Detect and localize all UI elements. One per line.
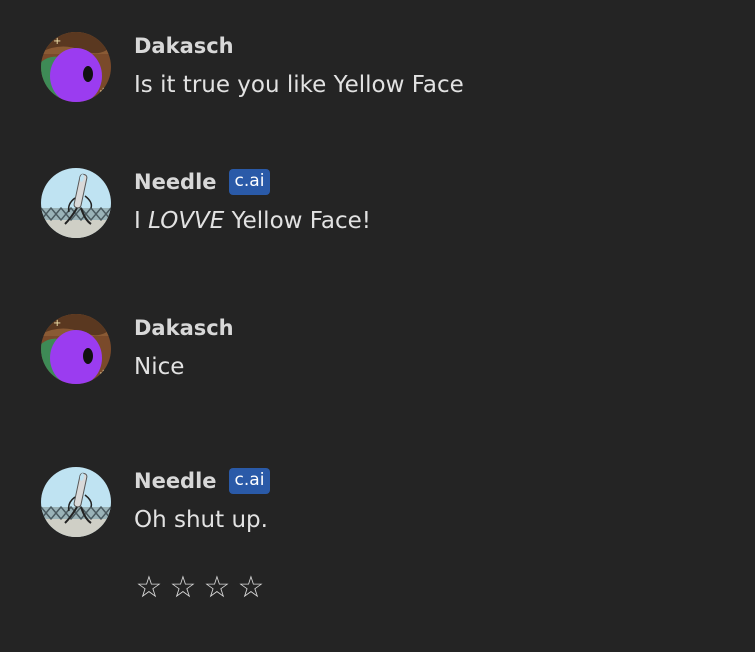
message-text: Is it true you like Yellow Face [134, 72, 464, 98]
star-icon[interactable]: ☆ [237, 570, 265, 606]
star-icon[interactable]: ☆ [203, 570, 231, 606]
star-rating: ☆ ☆ ☆ ☆ [135, 570, 265, 606]
message-text-pre: I [134, 208, 149, 234]
message-row: Needle c.ai I LOVVE Yellow Face! [41, 168, 371, 238]
message-body: Dakasch Is it true you like Yellow Face [134, 32, 464, 98]
star-icon[interactable]: ☆ [135, 570, 163, 606]
dakasch-avatar[interactable]: + + [41, 32, 111, 102]
svg-text:+: + [99, 86, 107, 97]
message-body: Needle c.ai Oh shut up. [134, 467, 271, 533]
star-icon[interactable]: ☆ [169, 570, 197, 606]
author-name[interactable]: Dakasch [134, 34, 234, 58]
needle-avatar[interactable] [41, 168, 111, 238]
message-text-post: Yellow Face! [224, 208, 371, 234]
svg-text:+: + [53, 318, 61, 329]
message-text: Oh shut up. [134, 507, 268, 533]
author-name[interactable]: Needle [134, 170, 217, 194]
cai-badge: c.ai [228, 468, 271, 494]
message-header: Needle c.ai [134, 467, 271, 495]
message-header: Dakasch [134, 314, 234, 342]
message-header: Needle c.ai [134, 168, 371, 196]
chat-log: + + Dakasch Is it true you like Yellow F… [0, 0, 755, 652]
author-name[interactable]: Dakasch [134, 316, 234, 340]
message-header: Dakasch [134, 32, 464, 60]
message-body: Dakasch Nice [134, 314, 234, 380]
message-row: + + Dakasch Nice [41, 314, 234, 384]
message-row: + + Dakasch Is it true you like Yellow F… [41, 32, 464, 102]
message-body: Needle c.ai I LOVVE Yellow Face! [134, 168, 371, 234]
dakasch-avatar[interactable]: + + [41, 314, 111, 384]
svg-text:+: + [53, 36, 61, 47]
author-name[interactable]: Needle [134, 469, 217, 493]
message-text: I LOVVE Yellow Face! [134, 208, 371, 234]
cai-badge: c.ai [228, 169, 271, 195]
message-text: Nice [134, 354, 185, 380]
message-text-emphasis: LOVVE [148, 208, 225, 234]
needle-avatar[interactable] [41, 467, 111, 537]
svg-text:+: + [99, 368, 107, 379]
message-row: Needle c.ai Oh shut up. [41, 467, 271, 537]
